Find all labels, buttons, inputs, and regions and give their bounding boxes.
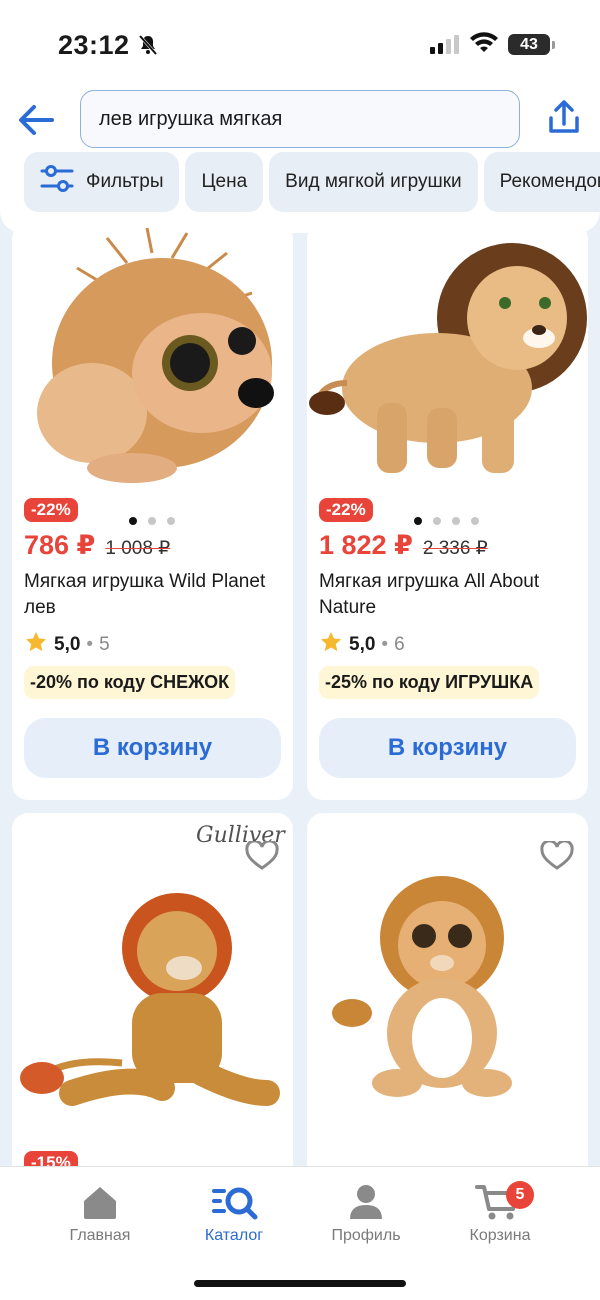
discount-badge: -22%: [319, 498, 373, 522]
product-image[interactable]: [307, 873, 588, 1143]
product-image[interactable]: [12, 223, 293, 493]
rating-row: 5,0 • 6: [319, 630, 405, 660]
chip-toy-type[interactable]: Вид мягкой игрушки: [269, 152, 478, 212]
review-count: 5: [99, 634, 110, 655]
chip-price[interactable]: Цена: [185, 152, 264, 212]
old-price: 2 336 ₽: [422, 538, 488, 559]
price-row: 786 ₽ 1 008 ₽: [24, 530, 170, 561]
product-image[interactable]: [12, 873, 293, 1143]
wifi-icon: [470, 32, 498, 59]
chip-sort[interactable]: Рекомендова: [483, 152, 600, 212]
pager-dot: [471, 517, 479, 525]
chip-label: Рекомендова: [499, 171, 600, 192]
review-count: 6: [394, 634, 405, 655]
status-bar: 23:12 43: [0, 0, 600, 88]
favorite-heart-icon[interactable]: [245, 839, 279, 871]
bottom-navigation: Главная Каталог Профиль Корзина 5: [0, 1166, 600, 1300]
search-header: лев игрушка мягкая Фильтры Цена Вид мягко…: [0, 88, 600, 233]
chip-label: Цена: [201, 171, 248, 192]
nav-catalog[interactable]: Каталог: [174, 1183, 294, 1245]
chip-filters[interactable]: Фильтры: [24, 152, 180, 212]
battery-indicator: 43: [508, 34, 555, 55]
filter-chips: Фильтры Цена Вид мягкой игрушки Рекомендов…: [24, 152, 600, 214]
nav-label: Каталог: [204, 1227, 264, 1244]
rating-separator: •: [381, 634, 389, 655]
image-pager[interactable]: [129, 517, 175, 525]
nav-home[interactable]: Главная: [40, 1183, 160, 1245]
pager-dot: [414, 517, 422, 525]
old-price: 1 008 ₽: [105, 538, 171, 559]
favorite-heart-icon[interactable]: [540, 839, 574, 871]
silent-bell-icon: [136, 33, 160, 62]
pager-dot: [452, 517, 460, 525]
discount-badge: -22%: [24, 498, 78, 522]
product-card[interactable]: -22% 786 ₽ 1 008 ₽ Мягкая игрушка Wild P…: [12, 223, 293, 800]
nav-profile[interactable]: Профиль: [306, 1183, 426, 1245]
status-time: 23:12: [58, 30, 130, 60]
add-to-cart-button[interactable]: В корзину: [319, 718, 576, 778]
star-icon: [24, 630, 48, 660]
search-input[interactable]: лев игрушка мягкая: [80, 90, 520, 148]
promo-code-label: -20% по коду СНЕЖОК: [24, 666, 236, 699]
chip-label: Фильтры: [86, 171, 164, 192]
signal-icon: [430, 34, 462, 59]
product-card[interactable]: [307, 813, 588, 1213]
current-price: 1 822 ₽: [319, 530, 413, 560]
add-to-cart-button[interactable]: В корзину: [24, 718, 281, 778]
promo-code-label: -25% по коду ИГРУШКА: [319, 666, 540, 699]
current-price: 786 ₽: [24, 530, 96, 560]
product-card[interactable]: -22% 1 822 ₽ 2 336 ₽ Мягкая игрушка All …: [307, 223, 588, 800]
rating-row: 5,0 • 5: [24, 630, 110, 660]
cart-count-badge: 5: [506, 1181, 534, 1209]
star-icon: [319, 630, 343, 660]
pager-dot: [148, 517, 156, 525]
back-arrow-icon[interactable]: [16, 102, 56, 138]
pager-dot: [129, 517, 137, 525]
home-icon: [84, 1187, 116, 1219]
catalog-icon: [212, 1187, 258, 1220]
rating-score: 5,0: [54, 634, 81, 655]
product-card[interactable]: Gulliver -15%: [12, 813, 293, 1213]
share-icon[interactable]: [544, 98, 584, 138]
nav-label: Корзина: [469, 1227, 531, 1244]
product-title[interactable]: Мягкая игрушка Wild Planet лев: [24, 569, 286, 621]
profile-icon: [350, 1185, 382, 1219]
home-indicator: [194, 1280, 406, 1287]
product-image[interactable]: [307, 223, 588, 493]
pager-dot: [167, 517, 175, 525]
nav-label: Главная: [69, 1227, 131, 1244]
image-pager[interactable]: [414, 517, 479, 525]
price-row: 1 822 ₽ 2 336 ₽: [319, 530, 488, 561]
filters-icon: [40, 164, 74, 200]
nav-cart[interactable]: Корзина 5: [440, 1181, 560, 1245]
chip-label: Вид мягкой игрушки: [285, 171, 462, 192]
nav-label: Профиль: [331, 1227, 401, 1244]
pager-dot: [433, 517, 441, 525]
product-title[interactable]: Мягкая игрушка All About Nature: [319, 569, 581, 621]
rating-separator: •: [86, 634, 94, 655]
rating-score: 5,0: [349, 634, 376, 655]
